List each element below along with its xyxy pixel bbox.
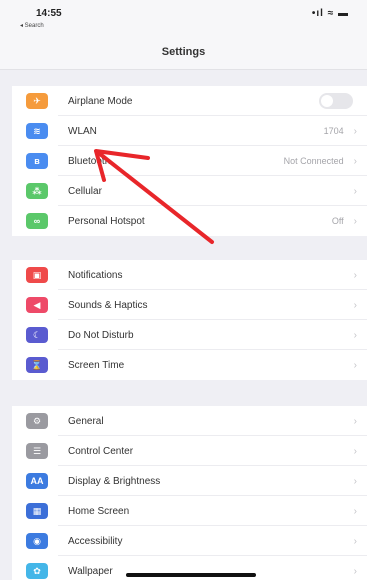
- chevron-right-icon: ›: [353, 535, 357, 547]
- settings-row-value: Off: [331, 216, 344, 226]
- hotspot-icon: ∞: [26, 213, 48, 229]
- notifications-icon: ▣: [26, 267, 48, 283]
- settings-row-label: Do Not Disturb: [68, 329, 134, 341]
- chevron-right-icon: ›: [353, 269, 357, 281]
- sounds-icon: ◀: [26, 297, 48, 313]
- toggle-knob: [321, 95, 333, 107]
- hourglass-icon: ⌛: [26, 357, 48, 373]
- settings-row-value: Not Connected: [283, 156, 344, 166]
- settings-row-label: Airplane Mode: [68, 95, 133, 107]
- display-icon: AA: [26, 473, 48, 489]
- chevron-right-icon: ›: [353, 415, 357, 427]
- chevron-right-icon: ›: [353, 125, 357, 137]
- accessibility-icon: ◉: [26, 533, 48, 549]
- chevron-right-icon: ›: [353, 215, 357, 227]
- chevron-right-icon: ›: [353, 359, 357, 371]
- settings-row-label: General: [68, 415, 104, 427]
- chevron-right-icon: ›: [353, 445, 357, 457]
- status-indicators: •ıl ≈ ▬: [311, 8, 349, 19]
- settings-row-label: Notifications: [68, 269, 123, 281]
- settings-row-accessibility[interactable]: ◉ Accessibility ›: [12, 526, 367, 556]
- settings-row-airplane-mode[interactable]: ✈ Airplane Mode: [12, 86, 367, 116]
- settings-row-label: Control Center: [68, 445, 134, 457]
- settings-row-do-not-disturb[interactable]: ☾ Do Not Disturb ›: [12, 320, 367, 350]
- page-title: Settings: [161, 46, 206, 58]
- gear-icon: ⚙: [26, 413, 48, 429]
- status-time: 14:55: [36, 8, 62, 19]
- settings-row-value: 1704: [323, 126, 344, 136]
- chevron-right-icon: ›: [353, 565, 357, 577]
- settings-row-general[interactable]: ⚙ General ›: [12, 406, 367, 436]
- moon-icon: ☾: [26, 327, 48, 343]
- settings-row-label: Sounds & Haptics: [68, 299, 148, 311]
- settings-row-display-and-brightness[interactable]: AA Display & Brightness ›: [12, 466, 367, 496]
- home-screen-icon: ▦: [26, 503, 48, 519]
- settings-group-notifications: ▣ Notifications › ◀ Sounds & Haptics › ☾ Do Not…: [12, 260, 367, 380]
- settings-row-label: Screen Time: [68, 359, 125, 371]
- settings-row-cellular[interactable]: ⁂ Cellular ›: [12, 176, 367, 206]
- settings-row-label: Home Screen: [68, 505, 130, 517]
- settings-row-screen-time[interactable]: ⌛ Screen Time ›: [12, 350, 367, 380]
- settings-row-bluetooth[interactable]: ʙ Bluetooth Not Connected ›: [12, 146, 367, 176]
- wallpaper-icon: ✿: [26, 563, 48, 579]
- chevron-right-icon: ›: [353, 505, 357, 517]
- settings-row-label: Display & Brightness: [68, 475, 161, 487]
- settings-group-connectivity: ✈ Airplane Mode ≋ WLAN 1704 › ʙ Bluetooth Not Co…: [12, 86, 367, 236]
- chevron-right-icon: ›: [353, 475, 357, 487]
- chevron-right-icon: ›: [353, 329, 357, 341]
- settings-row-personal-hotspot[interactable]: ∞ Personal Hotspot Off ›: [12, 206, 367, 236]
- settings-row-label: Bluetooth: [68, 155, 111, 167]
- chevron-right-icon: ›: [353, 155, 357, 167]
- settings-row-label: Accessibility: [68, 535, 123, 547]
- settings-row-wlan[interactable]: ≋ WLAN 1704 ›: [12, 116, 367, 146]
- settings-row-label: Personal Hotspot: [68, 215, 145, 227]
- settings-row-home-screen[interactable]: ▦ Home Screen ›: [12, 496, 367, 526]
- airplane-mode-toggle[interactable]: [319, 93, 353, 109]
- airplane-icon: ✈: [26, 93, 48, 109]
- home-indicator[interactable]: [126, 573, 256, 577]
- cellular-icon: ⁂: [26, 183, 48, 199]
- settings-row-notifications[interactable]: ▣ Notifications ›: [12, 260, 367, 290]
- chevron-right-icon: ›: [353, 299, 357, 311]
- settings-group-general: ⚙ General › ☰ Control Center › AA Display & Bri…: [12, 406, 367, 580]
- settings-row-control-center[interactable]: ☰ Control Center ›: [12, 436, 367, 466]
- settings-row-label: Cellular: [68, 185, 102, 197]
- chevron-right-icon: ›: [353, 185, 357, 197]
- settings-row-label: WLAN: [68, 125, 97, 137]
- wifi-icon: ≋: [26, 123, 48, 139]
- settings-row-sounds-and-haptics[interactable]: ◀ Sounds & Haptics ›: [12, 290, 367, 320]
- status-bar: 14:55 ◂ Search •ıl ≈ ▬: [0, 0, 367, 36]
- bluetooth-icon: ʙ: [26, 153, 48, 169]
- back-to-search-link[interactable]: ◂ Search: [20, 22, 44, 29]
- control-center-icon: ☰: [26, 443, 48, 459]
- navigation-bar: Settings: [0, 36, 367, 70]
